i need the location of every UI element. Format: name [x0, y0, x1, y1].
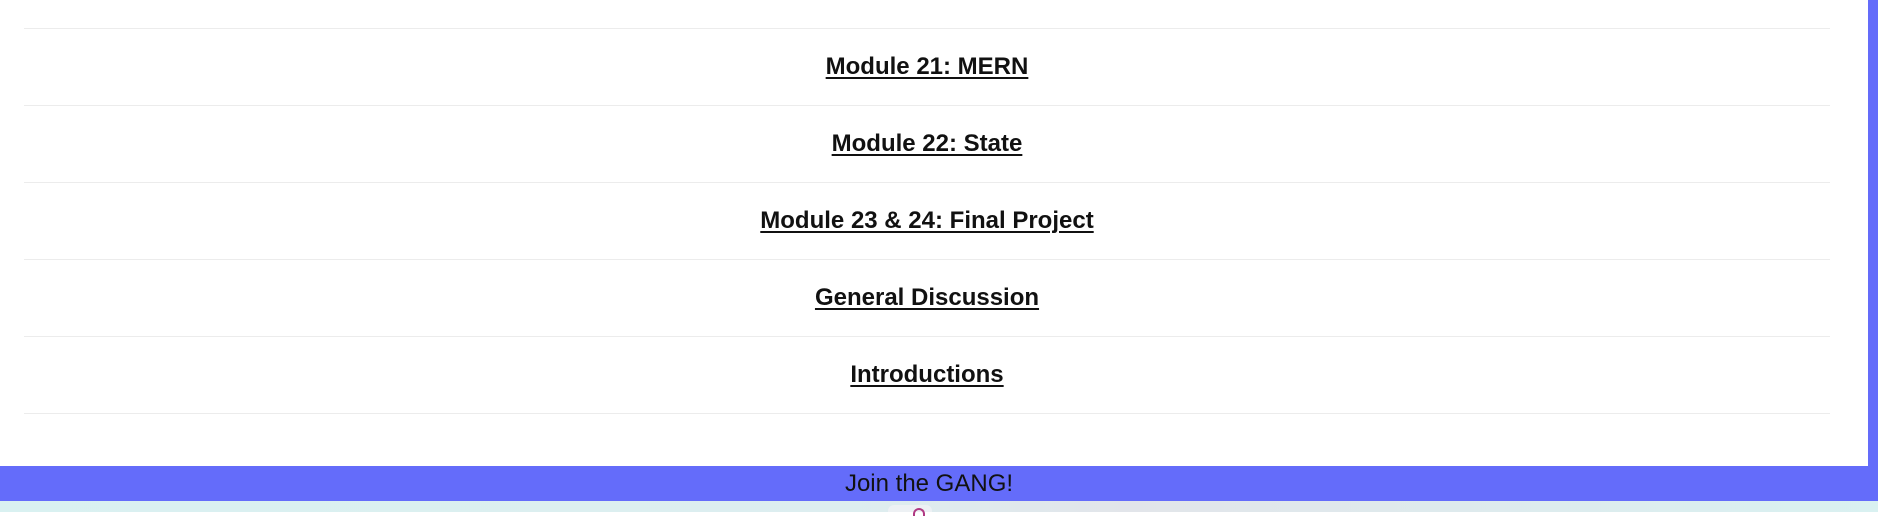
content-panel: Module 21: MERN Module 22: State Module … — [0, 0, 1868, 465]
list-item: Introductions — [24, 337, 1830, 414]
list-item: Module 22: State — [24, 106, 1830, 183]
category-link-general-discussion[interactable]: General Discussion — [815, 284, 1039, 312]
footer-bar: Join the GANG! — [0, 466, 1878, 501]
list-item: Module 23 & 24: Final Project — [24, 183, 1830, 260]
brand-icon — [913, 508, 925, 516]
category-link-introductions[interactable]: Introductions — [850, 361, 1003, 389]
accent-border — [1868, 0, 1878, 466]
join-gang-text[interactable]: Join the GANG! — [845, 471, 1013, 496]
category-link-module-22[interactable]: Module 22: State — [832, 130, 1023, 158]
list-item-partial — [24, 0, 1830, 29]
bottom-badge — [888, 505, 932, 512]
category-link-final-project[interactable]: Module 23 & 24: Final Project — [760, 207, 1093, 235]
bottom-background-strip — [0, 501, 1878, 512]
list-item: Module 21: MERN — [24, 29, 1830, 106]
list-item: General Discussion — [24, 260, 1830, 337]
category-link-module-21[interactable]: Module 21: MERN — [826, 53, 1029, 81]
